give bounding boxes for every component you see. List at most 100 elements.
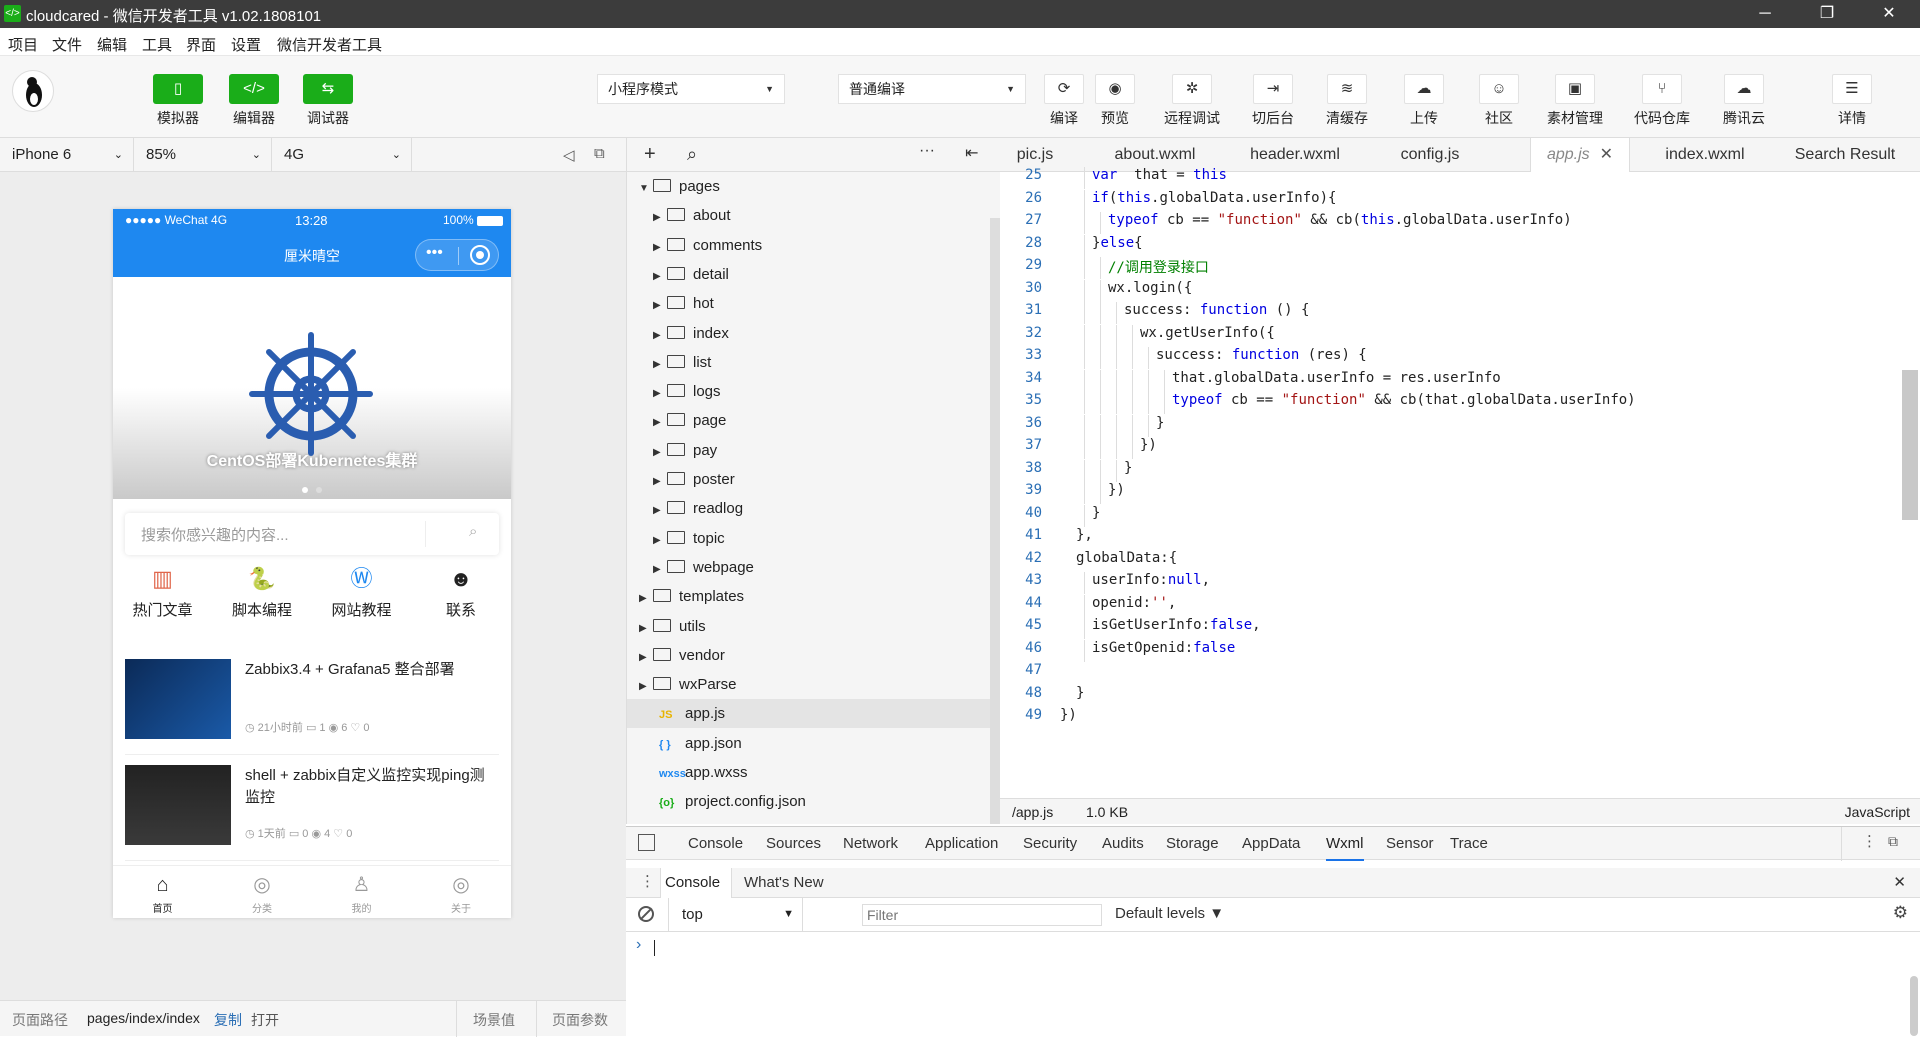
scene-value-button[interactable]: 场景值 [473, 1010, 515, 1030]
folder-item[interactable]: ▶ utils [639, 612, 706, 641]
cloud-icon[interactable]: ☁ [1724, 74, 1764, 104]
file-tree-scrollbar[interactable] [990, 218, 1000, 824]
maximize-button[interactable]: ❐ [1804, 0, 1850, 28]
menu-icon[interactable]: ☰ [1832, 74, 1872, 104]
category-item[interactable]: 🐍 脚本编程 [213, 559, 312, 639]
devtools-tab[interactable]: Network [843, 827, 898, 861]
more-icon[interactable]: ⋮ [1862, 832, 1877, 850]
code-icon[interactable]: </> [229, 74, 279, 104]
folder-item[interactable]: ▶ page [653, 406, 726, 435]
category-item[interactable]: Ⓦ 网站教程 [312, 559, 411, 639]
branch-icon[interactable]: ⑂ [1642, 74, 1682, 104]
devtools-tab[interactable]: Audits [1102, 827, 1144, 861]
menu-wechat-devtools[interactable]: 微信开发者工具 [277, 34, 382, 55]
refresh-icon[interactable]: ⟳ [1044, 74, 1084, 104]
network-select[interactable]: 4G ⌄ [272, 138, 412, 172]
mode-select[interactable]: 小程序模式 ▼ [597, 74, 785, 104]
editor-tab[interactable]: index.wxml [1640, 138, 1770, 172]
file-item[interactable]: {o} project.config.json [659, 787, 806, 816]
phone-tab[interactable]: ◎ 分类 [213, 866, 312, 918]
page-params-button[interactable]: 页面参数 [552, 1010, 608, 1030]
console-filter-input[interactable] [862, 904, 1102, 926]
language-mode[interactable]: JavaScript [1845, 804, 1910, 820]
editor-tab[interactable]: header.wxml [1230, 138, 1360, 172]
menu-file[interactable]: 文件 [52, 34, 82, 55]
phone-tab[interactable]: ◎ 关于 [412, 866, 511, 918]
inspect-element-icon[interactable] [638, 834, 655, 851]
category-item[interactable]: ☻ 联系 [412, 559, 511, 639]
switch-icon[interactable]: ⇥ [1253, 74, 1293, 104]
post-item[interactable]: shell + zabbix自定义监控实现ping测监控 ◷ 1天前 ▭ 0 ◉ … [125, 755, 499, 861]
file-item[interactable]: { } app.json [659, 729, 742, 758]
collapse-panel-icon[interactable]: ⇤ [965, 143, 978, 163]
editor-tab[interactable]: Search Result [1770, 138, 1920, 172]
detach-icon[interactable]: ⧉ [594, 145, 605, 162]
banner-swiper[interactable]: CentOS部署Kubernetes集群 [113, 277, 511, 499]
close-drawer-icon[interactable]: ✕ [1893, 873, 1906, 891]
gear-icon[interactable]: ⚙ [1893, 903, 1908, 923]
bug-icon[interactable]: ✲ [1172, 74, 1212, 104]
eye-icon[interactable]: ◉ [1095, 74, 1135, 104]
layers-icon[interactable]: ≋ [1327, 74, 1367, 104]
mute-icon[interactable]: ◁ [563, 146, 575, 164]
editor-scrollbar[interactable] [1902, 370, 1918, 520]
devtools-tab[interactable]: Wxml [1326, 827, 1364, 861]
folder-item[interactable]: ▶ topic [653, 524, 725, 553]
copy-path-link[interactable]: 复制 [214, 1010, 242, 1030]
file-item[interactable]: JS app.js [659, 699, 725, 728]
folder-item[interactable]: ▶ logs [653, 377, 721, 406]
console-scrollbar[interactable] [1910, 976, 1918, 1036]
capsule-menu[interactable]: ••• [415, 239, 499, 271]
phone-icon[interactable]: ▯ [153, 74, 203, 104]
search-icon[interactable]: ⌕ [469, 523, 477, 540]
search-box[interactable]: 搜索你感兴趣的内容... ⌕ [125, 513, 499, 555]
zoom-select[interactable]: 85% ⌄ [134, 138, 272, 172]
phone-tab[interactable]: ♙ 我的 [312, 866, 411, 918]
devtools-tab[interactable]: Sources [766, 827, 821, 861]
menu-tools[interactable]: 工具 [142, 34, 172, 55]
file-item[interactable]: wxssapp.wxss [659, 758, 748, 787]
folder-item[interactable]: ▶ index [653, 319, 729, 348]
close-button[interactable]: ✕ [1866, 0, 1912, 28]
dock-icon[interactable]: ⧉ [1888, 833, 1898, 850]
devtools-tab[interactable]: AppData [1242, 827, 1300, 861]
folder-item[interactable]: ▶ webpage [653, 553, 754, 582]
log-levels-select[interactable]: Default levels ▼ [1115, 905, 1224, 922]
chat-icon[interactable]: ☺ [1479, 74, 1519, 104]
devtools-tab[interactable]: Console [688, 827, 743, 861]
editor-tab[interactable]: app.js ✕ [1530, 138, 1630, 172]
open-path-link[interactable]: 打开 [251, 1010, 279, 1030]
drawer-tab-console[interactable]: Console [660, 868, 732, 898]
code-editor[interactable]: 25 var that = this 26 if(this.globalData.us… [1000, 167, 1920, 798]
close-tab-icon[interactable]: ✕ [1600, 146, 1613, 163]
post-item[interactable]: Zabbix3.4 + Grafana5 整合部署 ◷ 21小时前 ▭ 1 ◉ 6… [125, 649, 499, 755]
phone-tab[interactable]: ⌂ 首页 [113, 866, 212, 918]
folder-item[interactable]: ▶ templates [639, 582, 744, 611]
folder-item[interactable]: ▶ comments [653, 231, 762, 260]
search-icon[interactable]: ⌕ [687, 144, 697, 165]
devtools-tab[interactable]: Trace [1450, 827, 1488, 861]
folder-item[interactable]: ▶ vendor [639, 641, 725, 670]
menu-interface[interactable]: 界面 [186, 34, 216, 55]
menu-settings[interactable]: 设置 [231, 34, 261, 55]
swiper-dot-active[interactable] [302, 487, 308, 493]
folder-item[interactable]: ▼ pages [639, 172, 720, 201]
menu-edit[interactable]: 编辑 [97, 34, 127, 55]
clear-console-icon[interactable] [638, 906, 654, 922]
compile-select[interactable]: 普通编译 ▼ [838, 74, 1026, 104]
folder-item[interactable]: ▶ about [653, 201, 731, 230]
material-icon[interactable]: ▣ [1555, 74, 1595, 104]
devtools-tab[interactable]: Application [925, 827, 998, 861]
user-avatar[interactable] [12, 70, 54, 112]
drawer-tab-whats-new[interactable]: What's New [744, 874, 824, 891]
console-output[interactable]: › [626, 932, 1920, 1036]
folder-item[interactable]: ▶ hot [653, 289, 714, 318]
folder-item[interactable]: ▶ wxParse [639, 670, 737, 699]
swiper-dot[interactable] [316, 487, 322, 493]
folder-item[interactable]: ▶ list [653, 348, 711, 377]
context-select[interactable]: top ▼ [676, 904, 798, 926]
add-file-icon[interactable]: + [644, 143, 656, 166]
folder-item[interactable]: ▶ poster [653, 465, 735, 494]
device-select[interactable]: iPhone 6 ⌄ [0, 138, 134, 172]
upload-icon[interactable]: ☁ [1404, 74, 1444, 104]
